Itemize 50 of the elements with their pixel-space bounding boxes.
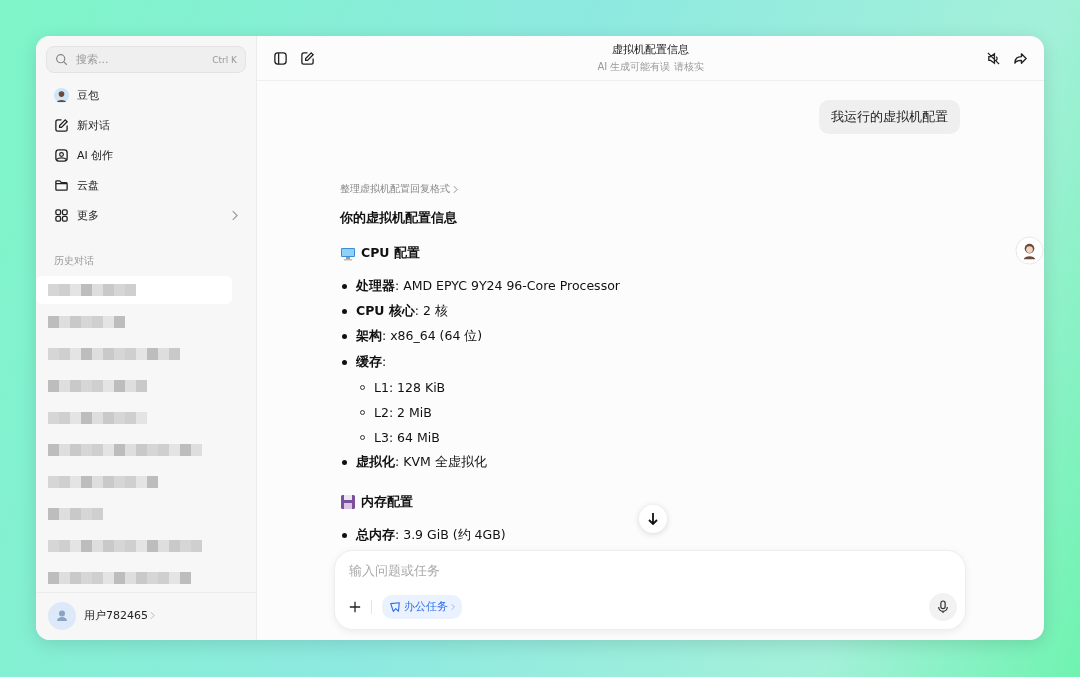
image-icon (54, 148, 69, 163)
message-input[interactable]: 输入问题或任务 (349, 563, 957, 578)
nav-item[interactable]: 新对话 (46, 110, 246, 141)
list-item: 虚拟化: KVM 全虚拟化 (356, 454, 487, 472)
microphone-button[interactable] (929, 593, 957, 621)
avatar-icon (48, 602, 76, 630)
list-item: 处理器: AMD EPYC 9Y24 96-Core Processor (356, 278, 620, 296)
microphone-icon (937, 600, 949, 614)
chevron-right-icon (150, 611, 155, 621)
disclaimer-text: AI 生成可能有误 请核实 (597, 60, 704, 74)
search-field[interactable]: 搜索... (74, 52, 207, 67)
answer-title: 你的虚拟机配置信息 (340, 209, 458, 227)
reasoning-link[interactable]: 整理虚拟机配置回复格式 (340, 182, 960, 196)
edit-icon[interactable] (300, 50, 315, 66)
avatar-icon[interactable] (1015, 236, 1044, 265)
chevron-right-icon (451, 603, 455, 611)
edit-icon (54, 118, 69, 134)
list-item: L3: 64 MiB (374, 430, 440, 446)
section-heading: CPU 配置 (361, 245, 420, 262)
folder-icon (54, 177, 69, 193)
nav-item[interactable]: 云盘 (46, 170, 246, 201)
grid-icon (54, 207, 69, 223)
list-item: L1: 128 KiB (374, 379, 446, 395)
list-item: 架构: x86_64 (64 位) (356, 328, 483, 346)
nav-item[interactable]: 豆包 (46, 81, 246, 111)
chat-title: 虚拟机配置信息 (611, 42, 690, 57)
chevron-right-icon (453, 184, 458, 194)
speaker-muted-icon[interactable] (986, 50, 1001, 66)
nav-item[interactable]: AI 创作 (46, 140, 246, 171)
chevron-right-icon (231, 209, 238, 221)
user-message: 我运行的虚拟机配置 (819, 100, 960, 134)
avatar-icon (54, 88, 69, 104)
history-item[interactable] (36, 276, 232, 304)
search-icon (55, 53, 68, 66)
list-item: CPU 核心: 2 核 (356, 303, 448, 321)
shortcut-hint: Ctrl K (212, 54, 237, 65)
user-profile[interactable]: 用户782465 (48, 602, 244, 630)
nav-item[interactable]: 更多 (46, 200, 246, 230)
scroll-down-button[interactable] (639, 505, 667, 533)
sidebar-toggle-icon[interactable] (273, 50, 288, 66)
monitor-icon (340, 245, 356, 262)
share-icon[interactable] (1013, 50, 1028, 66)
list-item: L2: 2 MiB (374, 405, 432, 421)
plus-icon[interactable] (349, 601, 361, 613)
section-heading: 内存配置 (361, 493, 413, 511)
office-task-chip[interactable]: 办公任务 (382, 595, 462, 619)
list-item: 总内存: 3.9 GiB (约 4GB) (356, 526, 506, 544)
list-item: 缓存: (356, 353, 387, 371)
section-label: 历史对话 (54, 254, 95, 268)
arrow-down-icon (647, 512, 659, 526)
